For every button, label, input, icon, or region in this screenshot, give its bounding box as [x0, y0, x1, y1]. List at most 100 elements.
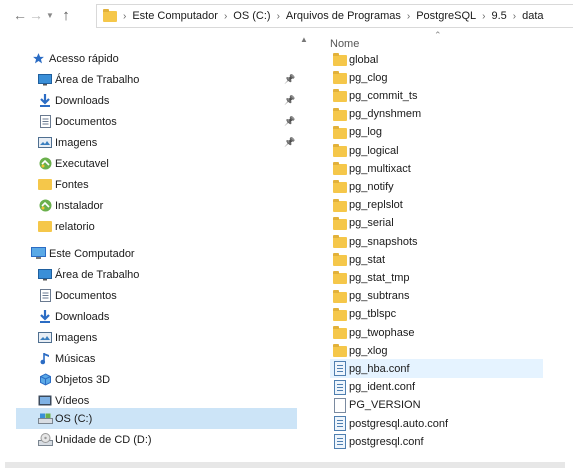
breadcrumb-chevron-icon[interactable]: ›	[482, 11, 485, 22]
nav-item[interactable]: Instalador	[16, 195, 297, 216]
file-row[interactable]: postgresql.auto.conf	[330, 414, 543, 433]
recent-locations-chevron-icon[interactable]: ▼	[44, 5, 56, 25]
drive-icon	[37, 411, 53, 427]
nav-item-label: relatorio	[55, 220, 95, 233]
pin-icon[interactable]: 📌	[284, 74, 295, 85]
download-arrow-icon	[37, 93, 53, 109]
folder-icon	[332, 88, 348, 104]
file-row[interactable]: global	[330, 50, 543, 69]
nav-item[interactable]: relatorio	[16, 216, 297, 237]
nav-item[interactable]: Objetos 3D	[16, 369, 297, 390]
nav-item[interactable]: Músicas	[16, 348, 297, 369]
file-name: pg_tblspc	[349, 308, 397, 321]
nav-item[interactable]: Acesso rápido	[16, 48, 297, 69]
file-row[interactable]: pg_subtrans	[330, 287, 543, 306]
breadcrumb-item[interactable]: Arquivos de Programas	[286, 10, 401, 22]
breadcrumb-chevron-icon[interactable]: ›	[513, 11, 516, 22]
forward-arrow-icon[interactable]: →	[28, 5, 44, 25]
column-header-name[interactable]: Nome	[330, 38, 359, 50]
file-row[interactable]: pg_hba.conf	[330, 359, 543, 379]
nav-item[interactable]: Downloads	[16, 306, 297, 327]
nav-item-label: Área de Trabalho	[55, 268, 140, 281]
file-row[interactable]: pg_replslot	[330, 196, 543, 215]
pin-icon[interactable]: 📌	[284, 116, 295, 127]
nav-item[interactable]: Área de Trabalho 📌	[16, 69, 297, 90]
nav-item-label: Acesso rápido	[49, 52, 119, 65]
nav-item[interactable]: Este Computador	[16, 243, 297, 264]
nav-item[interactable]: Área de Trabalho	[16, 264, 297, 285]
navigation-scrollbar[interactable]: ▲	[298, 33, 312, 463]
file-name: pg_serial	[349, 217, 394, 230]
breadcrumb-item[interactable]: OS (C:)	[233, 10, 270, 22]
nav-item-label: Área de Trabalho	[55, 73, 140, 86]
folder-icon	[37, 219, 53, 235]
back-arrow-icon[interactable]: ←	[12, 5, 28, 25]
folder-icon	[332, 179, 348, 195]
breadcrumb-item[interactable]: 9.5	[491, 10, 506, 22]
breadcrumb-item[interactable]: Este Computador	[132, 10, 218, 22]
file-name: postgresql.auto.conf	[349, 417, 449, 430]
nav-item[interactable]: Executavel	[16, 153, 297, 174]
folder-icon	[332, 270, 348, 286]
folder-icon	[332, 106, 348, 122]
file-row[interactable]: pg_serial	[330, 214, 543, 233]
file-row[interactable]: pg_multixact	[330, 159, 543, 178]
cd-drive-icon	[37, 432, 53, 448]
file-row[interactable]: postgresql.conf	[330, 432, 543, 451]
file-row[interactable]: pg_clog	[330, 68, 543, 87]
nav-item-label: Fontes	[55, 178, 89, 191]
file-row[interactable]: pg_snapshots	[330, 232, 543, 251]
nav-item-label: Downloads	[55, 310, 110, 323]
nav-item[interactable]: OS (C:)	[16, 408, 297, 429]
breadcrumb-item[interactable]: PostgreSQL	[416, 10, 476, 22]
folder-icon	[332, 343, 348, 359]
up-arrow-icon[interactable]: ↑	[58, 5, 74, 25]
nav-item[interactable]: Documentos	[16, 285, 297, 306]
folder-icon	[332, 124, 348, 140]
breadcrumb-item[interactable]: data	[522, 10, 543, 22]
folder-icon	[332, 252, 348, 268]
nav-item[interactable]: Imagens	[16, 327, 297, 348]
breadcrumb-chevron-icon[interactable]: ›	[277, 11, 280, 22]
breadcrumb-chevron-icon[interactable]: ›	[224, 11, 227, 22]
file-row[interactable]: pg_xlog	[330, 341, 543, 360]
nav-item[interactable]: Unidade de CD (D:)	[16, 429, 297, 450]
nav-item-label: Documentos	[55, 115, 117, 128]
file-row[interactable]: pg_log	[330, 123, 543, 142]
folder-icon	[103, 8, 117, 22]
file-row[interactable]: pg_notify	[330, 177, 543, 196]
file-row[interactable]: pg_dynshmem	[330, 105, 543, 124]
breadcrumb-chevron-icon[interactable]: ›	[407, 11, 410, 22]
file-row[interactable]: pg_ident.conf	[330, 378, 543, 397]
address-bar: ← → ▼ ↑ › Este Computador › OS (C:) › Arquivo…	[0, 0, 573, 30]
nav-item[interactable]: Fontes	[16, 174, 297, 195]
nav-item[interactable]: Documentos 📌	[16, 111, 297, 132]
file-row[interactable]: pg_stat_tmp	[330, 268, 543, 287]
file-row[interactable]: PG_VERSION	[330, 396, 543, 415]
scroll-up-chevron-icon[interactable]: ▲	[300, 35, 308, 44]
nav-item[interactable]: Downloads 📌	[16, 90, 297, 111]
nav-item-label: Imagens	[55, 136, 98, 149]
documents-icon	[37, 114, 53, 130]
folder-icon	[332, 161, 348, 177]
file-name: pg_hba.conf	[349, 362, 410, 375]
pin-icon[interactable]: 📌	[284, 137, 295, 148]
file-row[interactable]: pg_logical	[330, 141, 543, 160]
desktop-icon	[37, 267, 53, 283]
nav-item[interactable]: Imagens 📌	[16, 132, 297, 153]
nav-item-label: Downloads	[55, 94, 110, 107]
config-file-icon	[332, 434, 348, 450]
file-row[interactable]: pg_stat	[330, 250, 543, 269]
images-icon	[37, 135, 53, 151]
file-row[interactable]: pg_commit_ts	[330, 86, 543, 105]
star-icon	[30, 51, 46, 67]
address-field[interactable]: › Este Computador › OS (C:) › Arquivos de Pro…	[96, 4, 573, 28]
file-row[interactable]: pg_twophase	[330, 323, 543, 342]
desktop-icon	[37, 72, 53, 88]
nav-item-label: Unidade de CD (D:)	[55, 433, 152, 446]
breadcrumb-chevron-icon[interactable]: ›	[123, 11, 126, 22]
file-row[interactable]: pg_tblspc	[330, 305, 543, 324]
nav-item-label: Objetos 3D	[55, 373, 111, 386]
file-list: ⌃ Nome global pg_clog pg_commit_ts pg_dynsh…	[330, 30, 573, 463]
pin-icon[interactable]: 📌	[284, 95, 295, 106]
